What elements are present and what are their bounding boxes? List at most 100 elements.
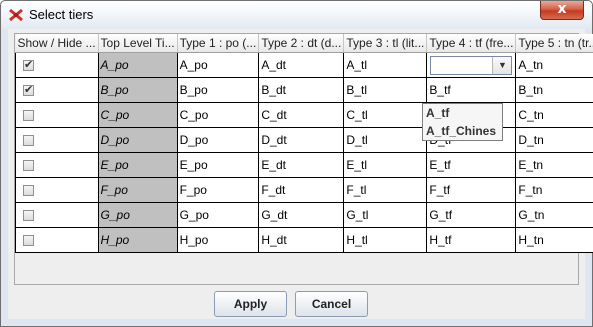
cell-text: F_tn [518,183,543,197]
close-button[interactable]: x [540,1,584,20]
show-checkbox[interactable] [23,83,34,97]
table-row[interactable]: G_po G_po G_dt G_tl G_tf G_tn [15,202,593,228]
tier-cell[interactable]: H_tn [515,227,593,253]
title-bar[interactable]: Select tiers x [1,1,592,29]
cell-text: F_dt [261,183,286,197]
table-row[interactable]: F_po F_po F_dt F_tl F_tf F_tn [15,177,593,203]
tier-cell[interactable]: F_dt [258,177,345,203]
table-row[interactable]: C_poC_poC_dtC_tlC_tfC_tn [15,102,593,128]
cell-text: C_po [100,108,130,122]
show-checkbox[interactable] [23,160,34,172]
tier-cell[interactable]: F_tl [343,177,428,203]
tier-cell[interactable]: C_dt [258,102,345,128]
cell-text: G_tn [518,208,545,222]
top-level-tier-cell[interactable]: E_po [97,152,178,178]
column-header-show-hide[interactable]: Show / Hide ... [15,34,99,53]
tier-cell[interactable]: F_tf [426,177,517,203]
cell-text: E_tf [429,158,451,172]
tier-cell[interactable]: E_po [176,152,260,178]
table-row[interactable]: B_po B_po B_dt B_tl B_tf B_tn [15,77,593,103]
tier-cell[interactable]: E_tf [426,152,517,178]
tier-cell[interactable]: B_tl [343,77,428,103]
show-checkbox[interactable] [23,58,34,72]
tier-cell[interactable]: C_tn [515,102,593,128]
tier-cell[interactable]: F_tn [515,177,593,203]
cell-text: A_tn [518,58,544,72]
top-level-tier-cell[interactable]: A_po [97,52,178,78]
show-checkbox[interactable] [23,185,34,197]
show-hide-cell[interactable] [15,227,99,253]
tier-cell[interactable]: H_dt [258,227,345,253]
column-header-type-3[interactable]: Type 3 : tl (lit... [343,34,428,53]
tier-cell[interactable]: C_po [176,102,260,128]
column-header-top-level-tier[interactable]: Top Level Ti... [98,34,178,53]
chevron-down-icon[interactable]: ▼ [492,57,512,74]
tier-cell[interactable]: E_dt [258,152,345,178]
top-level-tier-cell[interactable]: B_po [97,77,178,103]
show-hide-cell[interactable] [15,77,99,103]
show-checkbox[interactable] [23,235,34,247]
top-level-tier-cell[interactable]: G_po [97,202,178,228]
table-row[interactable]: H_po H_po H_dt H_tl H_tf H_tn [15,227,593,253]
tier-cell[interactable]: A_tn [515,52,593,78]
column-header-type-1[interactable]: Type 1 : po (... [177,34,260,53]
show-hide-cell[interactable] [15,202,99,228]
tier-cell[interactable]: A_dt [258,52,345,78]
column-header-type-5[interactable]: Type 5 : tn (tr... [515,34,593,53]
tiers-table-viewport[interactable]: Show / Hide ... Top Level Ti... Type 1 :… [14,33,593,285]
dropdown-option[interactable]: A_tf [423,104,502,122]
top-level-tier-cell[interactable]: C_po [97,102,178,128]
table-row[interactable]: D_poD_poD_dtD_tlD_tfD_tn [15,127,593,153]
tier-cell[interactable]: G_po [176,202,260,228]
tier-cell[interactable]: E_tl [343,152,428,178]
show-hide-cell[interactable] [15,177,99,203]
apply-button[interactable]: Apply [214,291,287,317]
column-header-type-4[interactable]: Type 4 : tf (fre... [426,34,517,53]
column-header-type-2[interactable]: Type 2 : dt (d... [258,34,345,53]
tier-cell[interactable]: A_po [176,52,260,78]
cell-text: B_tl [346,83,368,97]
top-level-tier-cell[interactable]: F_po [97,177,178,203]
tier-cell[interactable]: F_po [176,177,260,203]
tier-cell[interactable]: B_dt [258,77,345,103]
table-row[interactable]: E_po E_po E_dt E_tl E_tf E_tn [15,152,593,178]
cancel-button[interactable]: Cancel [295,291,368,317]
tier-cell[interactable]: G_tl [343,202,428,228]
show-checkbox[interactable] [23,210,34,222]
cell-text: D_tl [346,133,368,147]
cell-text: E_tl [346,158,368,172]
tier-cell[interactable]: G_tf [426,202,517,228]
tier-cell[interactable]: D_dt [258,127,345,153]
tier-cell[interactable]: B_tn [515,77,593,103]
tier-cell[interactable]: D_tl [343,127,428,153]
top-level-tier-cell[interactable]: H_po [97,227,178,253]
show-hide-cell[interactable] [15,52,99,78]
cell-text: A_po [179,58,208,72]
cell-text: F_tl [346,183,367,197]
table-row[interactable]: A_po A_po A_dt A_tl ▼ A_tn [15,52,593,78]
tier-combo-box[interactable]: ▼ [430,56,513,75]
tier-cell[interactable]: G_tn [515,202,593,228]
show-checkbox[interactable] [23,110,34,122]
tier-cell[interactable]: D_po [176,127,260,153]
show-hide-cell[interactable] [15,127,99,153]
tier-cell[interactable]: H_tl [343,227,428,253]
tier-cell[interactable]: D_tn [515,127,593,153]
tier-cell[interactable]: A_tl [343,52,428,78]
dropdown-option[interactable]: A_tf_Chines [423,122,502,140]
show-hide-cell[interactable] [15,152,99,178]
top-level-tier-cell[interactable]: D_po [97,127,178,153]
tier-cell[interactable]: H_po [176,227,260,253]
show-checkbox[interactable] [23,135,34,147]
tier-cell[interactable]: B_tf [426,77,517,103]
tier-cell[interactable]: H_tf [426,227,517,253]
tier-cell[interactable]: C_tl [343,102,428,128]
tier-cell[interactable]: G_dt [258,202,345,228]
cell-text: G_tl [346,208,369,222]
cell-text: F_tf [429,183,451,197]
tier-combo-cell[interactable]: ▼ [426,52,517,78]
tier-cell[interactable]: E_tn [515,152,593,178]
tier-cell[interactable]: B_po [176,77,260,103]
show-hide-cell[interactable] [15,102,99,128]
cell-text: G_po [179,208,209,222]
